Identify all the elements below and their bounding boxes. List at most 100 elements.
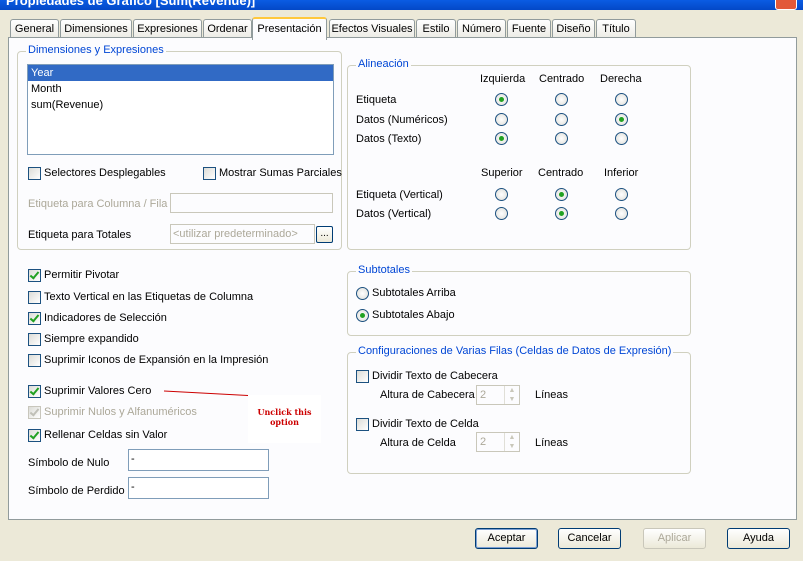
tab-expresiones[interactable]: Expresiones [133,19,202,38]
annotation-note: Unclick this option [248,395,321,443]
col-inferior: Inferior [604,167,639,179]
siempre-expandido-label: Siempre expandido [44,333,139,345]
tab-diseno[interactable]: Diseño [552,19,595,38]
tab-numero[interactable]: Número [457,19,506,38]
sumas-parciales-checkbox[interactable] [203,167,216,180]
rellenar-checkbox[interactable] [28,429,41,442]
etiqueta-izquierda-radio[interactable] [495,93,508,106]
etiqueta-centrado-radio[interactable] [555,93,568,106]
subtotales-group: Subtotales [347,264,691,336]
simbolo-perdido-field[interactable]: - [128,477,269,499]
altura-cabecera-label: Altura de Cabecera [380,389,475,401]
tab-fuente[interactable]: Fuente [507,19,551,38]
lineas-label-2: Líneas [535,437,569,449]
aplicar-button[interactable]: Aplicar [643,528,706,549]
col-derecha: Derecha [600,73,642,85]
suprimir-nulos-checkbox[interactable] [28,406,41,419]
simbolo-nulo-label: Símbolo de Nulo [28,457,110,469]
suprimir-iconos-label: Suprimir Iconos de Expansión en la Impre… [44,354,269,366]
lineas-label-1: Líneas [535,389,569,401]
close-button[interactable] [775,0,797,10]
stepper-arrows[interactable]: ▲ ▼ [504,433,519,451]
texto-izquierda-radio[interactable] [495,132,508,145]
subtotales-group-label: Subtotales [356,264,412,276]
indicadores-label: Indicadores de Selección [44,312,167,324]
ellipsis-button[interactable]: ... [316,226,333,243]
etiqueta-v-inferior-radio[interactable] [615,188,628,201]
tab-dimensiones[interactable]: Dimensiones [60,19,132,38]
datos-v-inferior-radio[interactable] [615,207,628,220]
permitir-pivotar-checkbox[interactable] [28,269,41,282]
altura-celda-label: Altura de Celda [380,437,456,449]
cancelar-button[interactable]: Cancelar [558,528,621,549]
altura-celda-value: 2 [480,436,487,448]
list-item[interactable]: sum(Revenue) [28,97,333,113]
datos-v-superior-radio[interactable] [495,207,508,220]
dividir-celda-checkbox[interactable] [356,418,369,431]
dividir-cabecera-label: Dividir Texto de Cabecera [372,370,498,382]
texto-centrado-radio[interactable] [555,132,568,145]
row-datos-numericos: Datos (Numéricos) [356,114,448,126]
altura-cabecera-stepper[interactable]: 2 ▲ ▼ [476,385,520,405]
tab-titulo[interactable]: Título [596,19,636,38]
aceptar-button[interactable]: Aceptar [475,528,538,549]
tab-presentacion[interactable]: Presentación [252,17,327,40]
chevron-up-icon[interactable]: ▲ [505,433,519,442]
texto-derecha-radio[interactable] [615,132,628,145]
tab-estilo[interactable]: Estilo [416,19,456,38]
etiqueta-derecha-radio[interactable] [615,93,628,106]
subtotales-abajo-label: Subtotales Abajo [372,309,455,321]
list-item[interactable]: Month [28,81,333,97]
texto-vertical-label: Texto Vertical en las Etiquetas de Colum… [44,291,254,303]
altura-cabecera-value: 2 [480,389,487,401]
col-centrado-v: Centrado [538,167,584,179]
window-title: Propiedades de Gráfico [Sum(Revenue)] [6,0,256,8]
selectores-checkbox[interactable] [28,167,41,180]
tab-ordenar[interactable]: Ordenar [203,19,252,38]
etiqueta-v-centrado-radio[interactable] [555,188,568,201]
col-superior: Superior [481,167,523,179]
suprimir-iconos-checkbox[interactable] [28,354,41,367]
etiqueta-totales-field[interactable]: <utilizar predeterminado> [170,224,315,244]
subtotales-arriba-label: Subtotales Arriba [372,287,456,299]
datos-v-centrado-radio[interactable] [555,207,568,220]
list-item[interactable]: Year [28,65,333,81]
col-izquierda: Izquierda [480,73,526,85]
etiqueta-totales-label: Etiqueta para Totales [28,229,132,241]
dimensions-listbox[interactable]: Year Month sum(Revenue) [27,64,334,155]
title-bar: Propiedades de Gráfico [Sum(Revenue)] [0,0,803,10]
etiqueta-columna-label: Etiqueta para Columna / Fila [28,198,168,210]
varias-filas-group-label: Configuraciones de Varias Filas (Celdas … [356,345,674,357]
etiqueta-columna-field[interactable] [170,193,333,213]
chevron-down-icon[interactable]: ▼ [505,395,519,404]
suprimir-cero-checkbox[interactable] [28,385,41,398]
dividir-cabecera-checkbox[interactable] [356,370,369,383]
row-etiqueta-vertical: Etiqueta (Vertical) [356,189,443,201]
chevron-down-icon[interactable]: ▼ [505,442,519,451]
siempre-expandido-checkbox[interactable] [28,333,41,346]
permitir-pivotar-label: Permitir Pivotar [44,269,120,281]
tab-efectos-visuales[interactable]: Efectos Visuales [329,19,415,38]
texto-vertical-checkbox[interactable] [28,291,41,304]
numericos-centrado-radio[interactable] [555,113,568,126]
col-centrado: Centrado [539,73,585,85]
tab-general[interactable]: General [10,19,59,38]
selectores-label: Selectores Desplegables [44,167,166,179]
simbolo-perdido-label: Símbolo de Perdido [28,485,125,497]
dimensiones-group-label: Dimensiones y Expresiones [26,44,166,56]
indicadores-checkbox[interactable] [28,312,41,325]
alineacion-group-label: Alineación [356,58,411,70]
chevron-up-icon[interactable]: ▲ [505,386,519,395]
row-datos-texto: Datos (Texto) [356,133,422,145]
etiqueta-v-superior-radio[interactable] [495,188,508,201]
suprimir-nulos-label: Suprimir Nulos y Alfanuméricos [44,406,197,418]
subtotales-arriba-radio[interactable] [356,287,369,300]
simbolo-nulo-field[interactable]: - [128,449,269,471]
ayuda-button[interactable]: Ayuda [727,528,790,549]
numericos-izquierda-radio[interactable] [495,113,508,126]
stepper-arrows[interactable]: ▲ ▼ [504,386,519,404]
row-datos-vertical: Datos (Vertical) [356,208,432,220]
numericos-derecha-radio[interactable] [615,113,628,126]
altura-celda-stepper[interactable]: 2 ▲ ▼ [476,432,520,452]
subtotales-abajo-radio[interactable] [356,309,369,322]
